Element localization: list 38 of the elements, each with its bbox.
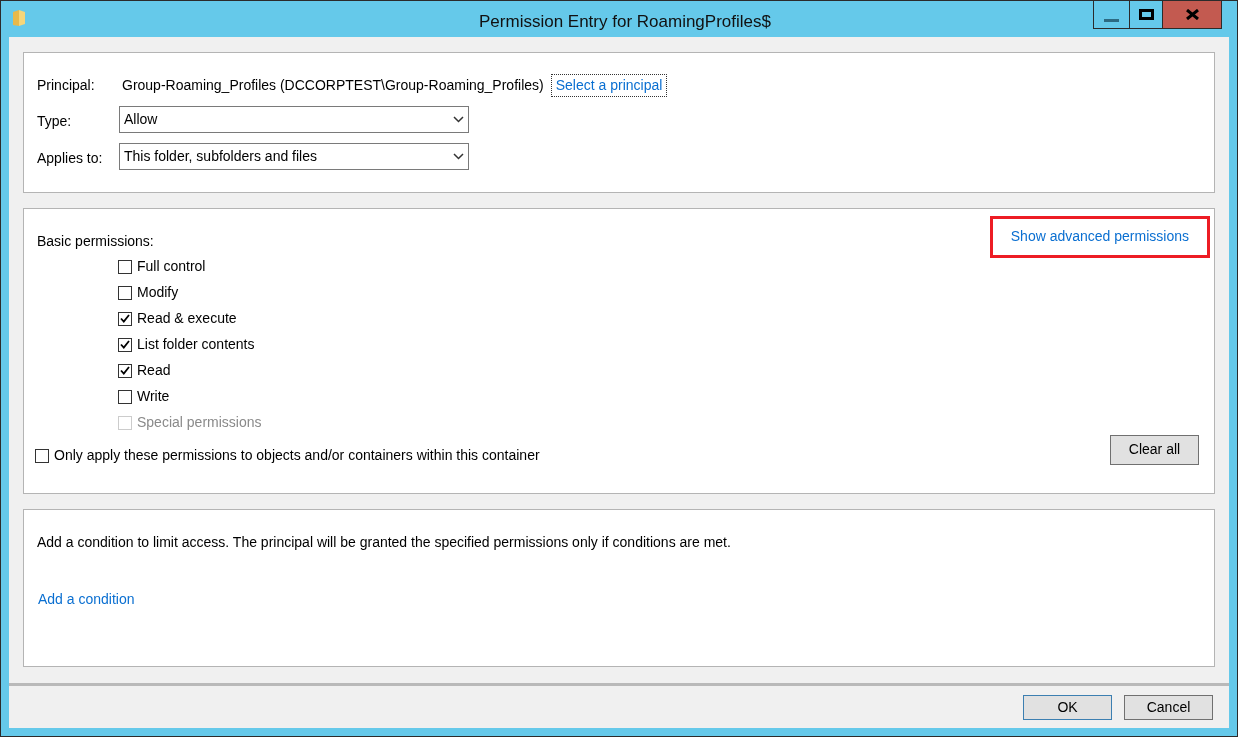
checkbox-label: Special permissions xyxy=(137,413,262,432)
chevron-down-icon xyxy=(453,116,464,123)
dropdown[interactable]: This folder, subfolders and files xyxy=(119,143,469,170)
checkbox-label: Read & execute xyxy=(137,309,237,328)
checkmark-icon xyxy=(120,340,130,349)
checkbox[interactable] xyxy=(118,337,132,352)
checkbox[interactable] xyxy=(35,448,49,463)
principal-label: Principal: xyxy=(37,76,96,95)
checkbox[interactable] xyxy=(118,311,132,326)
checkbox-label: Write xyxy=(137,387,170,406)
field-label: Type: xyxy=(37,112,73,131)
dropdown[interactable]: Allow xyxy=(119,106,469,133)
dialog-button[interactable]: Cancel xyxy=(1124,695,1213,720)
checkbox-label: Modify xyxy=(137,283,179,302)
checkmark-icon xyxy=(120,314,130,323)
clear-all-button[interactable]: Clear all xyxy=(1110,434,1199,465)
window-title: Permission Entry for RoamingProfiles$ xyxy=(479,11,771,33)
checkbox-label: List folder contents xyxy=(137,335,255,354)
permissions-heading: Basic permissions: xyxy=(37,232,154,251)
field-label: Applies to: xyxy=(37,149,104,168)
condition-description: Add a condition to limit access. The principal will be granted the specified permissions only if conditions are met. xyxy=(37,533,732,552)
checkbox[interactable] xyxy=(118,363,132,378)
checkbox-label: Read xyxy=(137,361,171,380)
add-condition-link[interactable]: Add a condition xyxy=(38,589,135,610)
dialog-button[interactable]: OK xyxy=(1023,695,1112,720)
checkbox[interactable] xyxy=(118,259,132,274)
close-icon xyxy=(1185,9,1199,20)
checkbox[interactable] xyxy=(118,285,132,300)
folder-icon xyxy=(11,9,27,27)
select-principal-link[interactable]: Select a principal xyxy=(551,75,667,96)
chevron-down-icon xyxy=(453,153,464,160)
principal-name: Group-Roaming_Profiles (DCCORPTEST\Group-Roaming_Profiles) xyxy=(122,76,544,95)
checkbox-label: Full control xyxy=(137,257,206,276)
advanced-permissions-link[interactable]: Show advanced permissions xyxy=(989,216,1210,258)
checkbox[interactable] xyxy=(118,389,132,404)
checkmark-icon xyxy=(120,366,130,375)
checkbox-label: Only apply these permissions to objects and/or containers within this container xyxy=(54,446,540,465)
close-button[interactable] xyxy=(1163,1,1221,28)
